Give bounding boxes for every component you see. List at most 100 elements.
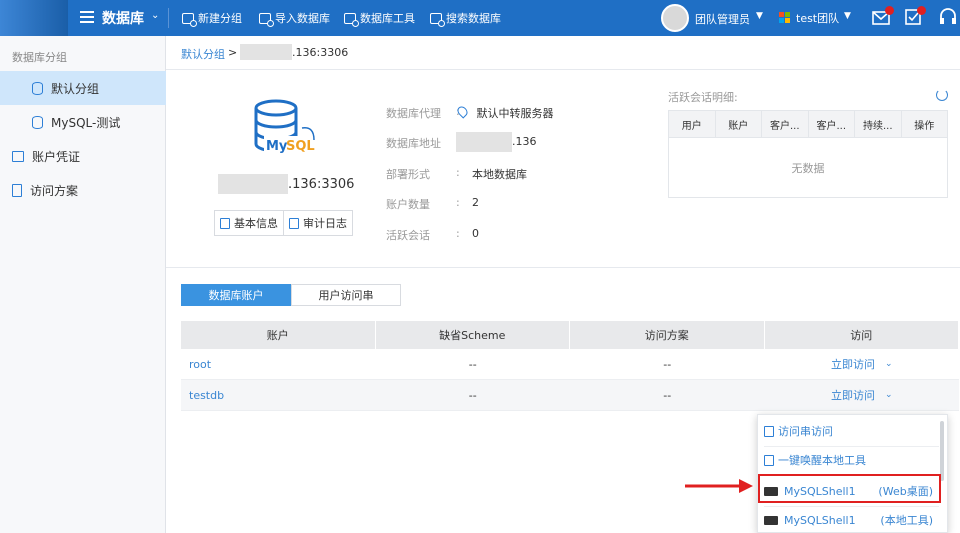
- add-group-icon: [182, 12, 197, 27]
- dropdown-scrollbar[interactable]: [940, 421, 944, 481]
- mail-badge: [885, 6, 894, 15]
- database-icon: [32, 81, 43, 95]
- table-row: root -- -- 立即访问 ⌄: [181, 349, 959, 380]
- info-button-group: 基本信息 审计日志: [214, 210, 353, 236]
- sidebar-item-mysql-test[interactable]: MySQL-测试: [0, 105, 166, 139]
- database-info-panel: My SQL .136:3306 基本信息 审计日志 数据库代理 : 默认中转服…: [166, 70, 960, 268]
- session-detail-title: 活跃会话明细:: [668, 91, 738, 104]
- account-count-label: 账户数量: [386, 198, 430, 211]
- highlight-box: [758, 474, 941, 503]
- access-now-link[interactable]: 立即访问: [831, 387, 875, 403]
- table-header: 账户 缺省Scheme 访问方案 访问: [181, 321, 959, 349]
- tab-user-access-strings[interactable]: 用户访问串: [291, 284, 401, 306]
- account-name-link[interactable]: root: [181, 349, 376, 379]
- sidebar-item-label: MySQL-测试: [51, 115, 121, 130]
- svg-text:SQL: SQL: [286, 139, 315, 154]
- team-logo-icon: [779, 12, 791, 24]
- active-session-value: 0: [472, 227, 479, 240]
- chevron-down-icon[interactable]: ⌄: [885, 359, 893, 369]
- address-value: .136: [512, 135, 537, 148]
- address-label: 数据库地址: [386, 137, 441, 150]
- mysql-logo-icon: My SQL: [252, 98, 322, 162]
- menu-item-label: MySQLShell1: [784, 513, 856, 527]
- import-db-button[interactable]: 导入数据库: [259, 10, 330, 27]
- sidebar-group-label: 数据库分组: [12, 51, 67, 64]
- launch-icon: [764, 454, 774, 466]
- tasks-badge: [917, 6, 926, 15]
- sidebar-item-default-group[interactable]: 默认分组: [0, 71, 166, 105]
- col-header-access: 访问: [765, 321, 959, 349]
- colon: :: [456, 166, 460, 179]
- document-icon: [764, 425, 774, 437]
- app-title[interactable]: 数据库: [102, 8, 144, 28]
- user-name[interactable]: 团队管理员: [695, 11, 750, 27]
- table-row: testdb -- -- 立即访问 ⌄: [181, 380, 959, 411]
- db-tools-label: 数据库工具: [360, 12, 415, 25]
- import-icon: [259, 12, 274, 27]
- tools-icon: [344, 12, 359, 27]
- breadcrumb-root-link[interactable]: 默认分组: [181, 46, 225, 62]
- col-header-scheme: 缺省Scheme: [376, 321, 570, 349]
- location-pin-icon: [455, 104, 470, 119]
- sidebar: 数据库分组 默认分组 MySQL-测试 账户凭证 访问方案: [0, 36, 166, 533]
- access-now-link[interactable]: 立即访问: [831, 356, 875, 372]
- breadcrumb: 默认分组 > .136:3306: [166, 36, 960, 70]
- new-group-button[interactable]: 新建分组: [182, 10, 242, 27]
- menu-item-mysqlshell-local[interactable]: MySQLShell1 (本地工具): [764, 505, 939, 533]
- redacted-ip-mask: [456, 132, 512, 152]
- menu-icon[interactable]: [80, 11, 94, 23]
- refresh-icon[interactable]: [936, 89, 948, 101]
- edit-icon: [220, 217, 230, 229]
- accounts-table: 账户 缺省Scheme 访问方案 访问 root -- -- 立即访问 ⌄ te…: [181, 321, 959, 411]
- headset-icon[interactable]: [938, 7, 958, 27]
- user-chevron-down-icon[interactable]: ▼: [756, 11, 763, 21]
- basic-info-button[interactable]: 基本信息: [215, 211, 284, 235]
- arrow-annotation-icon: [683, 478, 755, 494]
- proxy-value-wrap: 默认中转服务器: [455, 104, 554, 121]
- session-col-header: 账户: [716, 111, 762, 137]
- sidebar-item-label: 默认分组: [51, 81, 100, 96]
- proxy-value: 默认中转服务器: [476, 107, 554, 120]
- sidebar-item-credentials[interactable]: 账户凭证: [0, 139, 166, 173]
- sidebar-item-access-plan[interactable]: 访问方案: [0, 173, 166, 207]
- col-header-account: 账户: [181, 321, 376, 349]
- terminal-icon: [764, 515, 778, 525]
- chevron-down-icon[interactable]: ⌄: [151, 10, 159, 21]
- id-card-icon: [12, 150, 24, 162]
- scheme-cell: --: [468, 357, 477, 371]
- db-tools-button[interactable]: 数据库工具: [344, 10, 415, 27]
- menu-item-label: 一键唤醒本地工具: [778, 454, 866, 467]
- mail-icon[interactable]: [872, 6, 894, 27]
- plan-cell: --: [663, 388, 672, 402]
- toolbar-divider: [168, 8, 169, 28]
- redacted-ip-mask: [240, 44, 292, 60]
- search-db-button[interactable]: 搜索数据库: [430, 10, 501, 27]
- colon: :: [456, 227, 460, 240]
- basic-info-label: 基本信息: [234, 217, 278, 230]
- new-group-label: 新建分组: [198, 12, 242, 25]
- scheme-cell: --: [468, 388, 477, 402]
- import-db-label: 导入数据库: [275, 12, 330, 25]
- team-chevron-down-icon[interactable]: ▼: [844, 11, 851, 21]
- account-name-link[interactable]: testdb: [181, 380, 376, 410]
- menu-item-mode: (本地工具): [880, 514, 933, 527]
- search-db-label: 搜索数据库: [446, 12, 501, 25]
- breadcrumb-current: .136:3306: [292, 46, 349, 59]
- menu-item-wake-local-tool[interactable]: 一键唤醒本地工具: [764, 445, 939, 475]
- chevron-down-icon[interactable]: ⌄: [885, 390, 893, 400]
- avatar[interactable]: [661, 4, 689, 32]
- team-name[interactable]: test团队: [796, 10, 839, 26]
- tab-db-accounts[interactable]: 数据库账户: [181, 284, 291, 306]
- sidebar-item-label: 账户凭证: [32, 149, 81, 164]
- deploy-label: 部署形式: [386, 168, 430, 181]
- product-logo[interactable]: [0, 0, 68, 36]
- session-table-header: 用户 账户 客户... 客户... 持续... 操作: [669, 111, 947, 137]
- tasks-icon[interactable]: [904, 6, 926, 27]
- menu-item-access-string[interactable]: 访问串访问: [764, 416, 939, 446]
- sidebar-item-label: 访问方案: [30, 183, 79, 198]
- plan-cell: --: [663, 357, 672, 371]
- access-cell: 立即访问 ⌄: [765, 380, 960, 410]
- deploy-value: 本地数据库: [472, 168, 527, 181]
- audit-log-button[interactable]: 审计日志: [284, 211, 352, 235]
- search-icon: [430, 12, 445, 27]
